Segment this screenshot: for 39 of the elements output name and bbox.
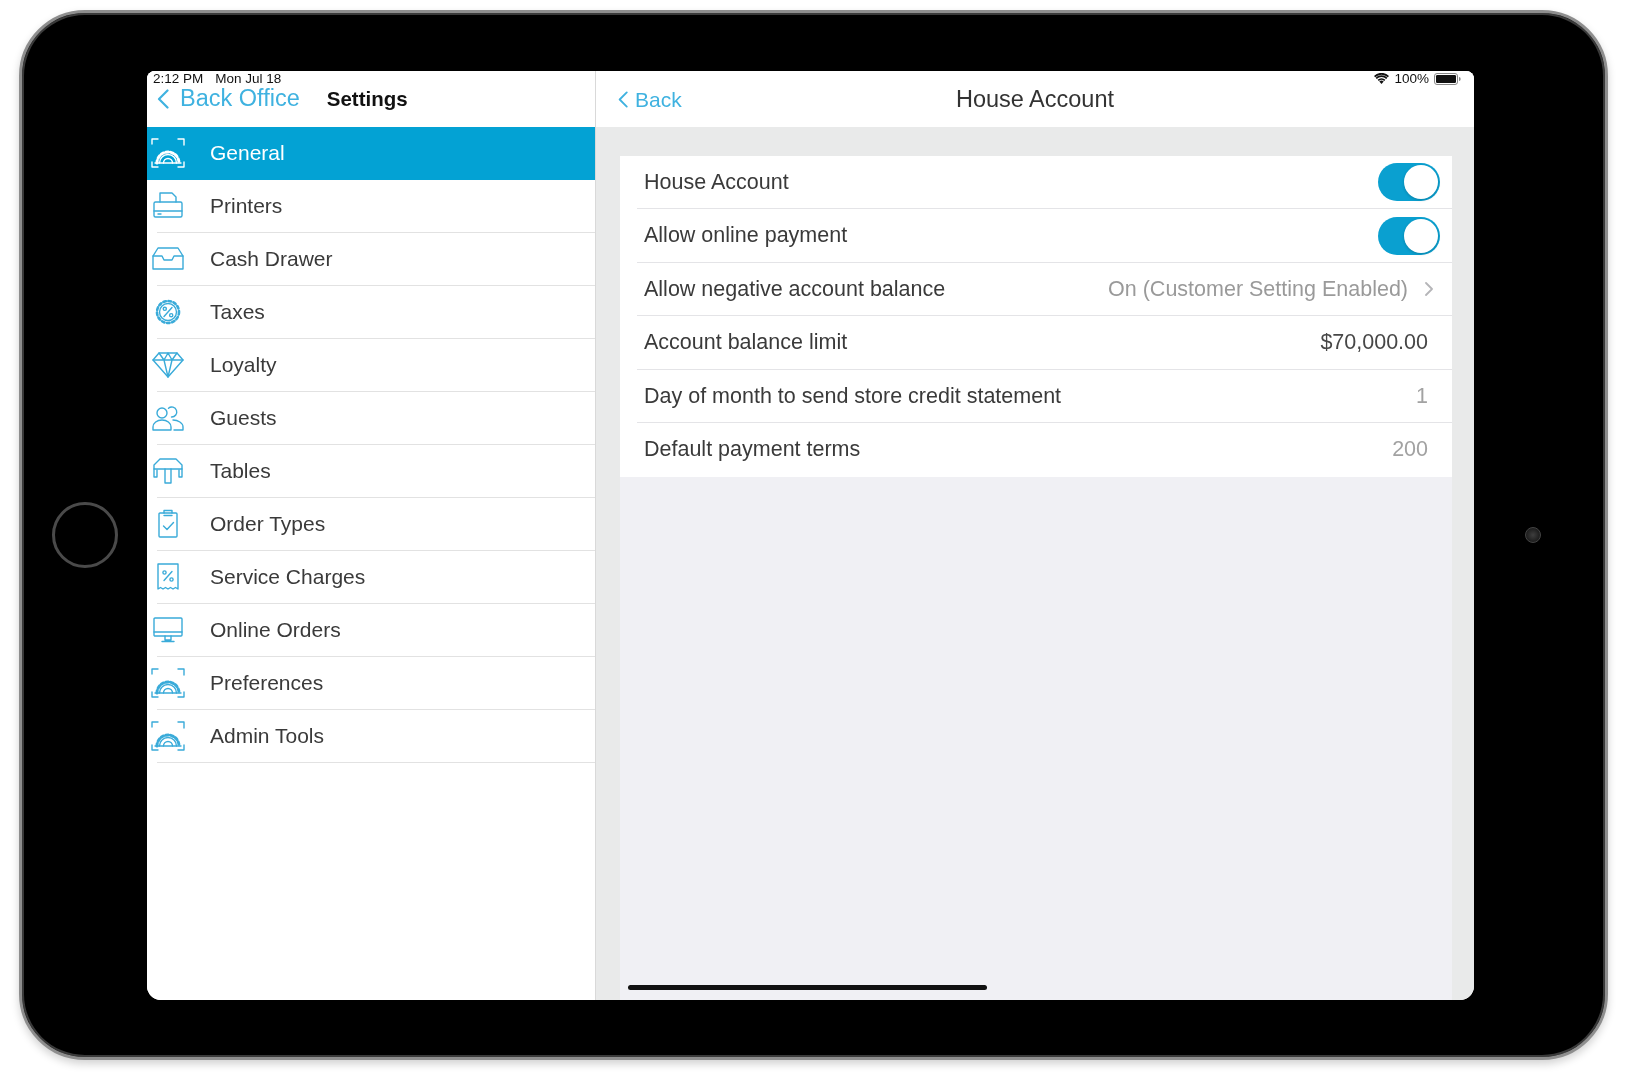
sidebar-item[interactable]: Admin Tools xyxy=(147,709,595,763)
status-time: 2:12 PM xyxy=(153,71,204,86)
framed-gear-icon xyxy=(151,721,185,751)
sidebar-item[interactable]: Service Charges xyxy=(147,550,595,604)
monitor-icon xyxy=(151,615,185,645)
setting-label: Allow negative account balance xyxy=(644,276,947,302)
people-icon xyxy=(151,403,185,433)
setting-label: Allow online payment xyxy=(644,223,849,249)
nav-title: House Account xyxy=(955,85,1115,113)
chevron-right-icon xyxy=(1425,282,1433,297)
table-icon xyxy=(151,456,185,486)
setting-label: Default payment terms xyxy=(644,437,862,463)
chevron-left-icon xyxy=(157,89,169,109)
sidebar-item[interactable]: Printers xyxy=(147,179,595,233)
battery-percent: 100% xyxy=(1394,71,1429,86)
battery-icon xyxy=(1434,72,1461,85)
toggle-switch[interactable] xyxy=(1378,216,1440,255)
wifi-icon xyxy=(1374,73,1390,84)
sidebar-item[interactable]: Order Types xyxy=(147,497,595,551)
framed-gear-icon xyxy=(151,138,185,168)
status-date: Mon Jul 18 xyxy=(215,71,282,86)
setting-label: Day of month to send store credit statement xyxy=(644,383,1063,409)
sidebar-item[interactable]: Preferences xyxy=(147,656,595,710)
sidebar-item[interactable]: Guests xyxy=(147,391,595,445)
sidebar-item[interactable]: Loyalty xyxy=(147,338,595,392)
sidebar-item[interactable]: Tables xyxy=(147,444,595,498)
printer-icon xyxy=(151,191,185,221)
setting-label: Account balance limit xyxy=(644,330,849,356)
sidebar-item[interactable]: Online Orders xyxy=(147,603,595,657)
chevron-left-icon xyxy=(618,90,628,108)
setting-value[interactable]: $70,000.00 xyxy=(1320,330,1428,356)
framed-gear-icon xyxy=(151,668,185,698)
diamond-icon xyxy=(151,350,185,380)
setting-label: House Account xyxy=(644,169,790,195)
camera-lens-icon xyxy=(1525,527,1541,543)
sidebar-item[interactable]: Cash Drawer xyxy=(147,232,595,286)
sidebar-item[interactable]: Taxes xyxy=(147,285,595,339)
sidebar-title: Settings xyxy=(326,87,408,111)
toggle-switch[interactable] xyxy=(1378,163,1440,202)
